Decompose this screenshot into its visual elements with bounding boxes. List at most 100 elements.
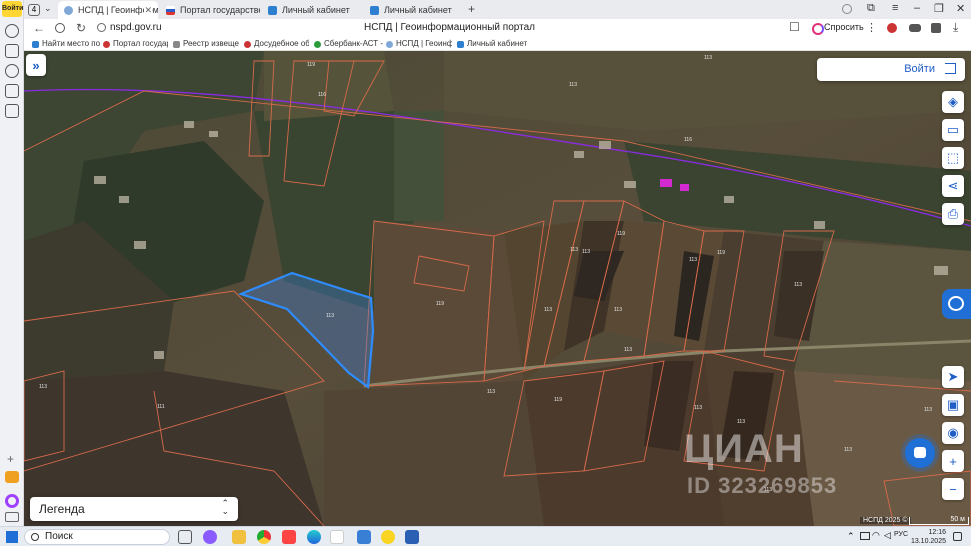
photos-icon[interactable] (357, 530, 371, 544)
word-icon[interactable] (405, 530, 419, 544)
play-icon[interactable] (5, 64, 19, 78)
sidebar-toggle-icon[interactable] (5, 512, 19, 522)
close-window-icon[interactable]: ✕ (956, 2, 965, 15)
widgets-icon[interactable] (178, 530, 192, 544)
volume-icon[interactable]: ◁ (884, 530, 891, 541)
profile-avatar[interactable]: Войти (2, 1, 23, 17)
bookmark-label: Реестр извещени (183, 39, 239, 48)
yandex-maps-icon[interactable] (381, 530, 395, 544)
zoom-in-button[interactable]: + (942, 450, 964, 472)
torgi-favicon-icon (173, 41, 180, 48)
bookmark-item[interactable]: Сбербанк-АСТ - (314, 39, 384, 48)
tab-cabinet-2[interactable]: Личный кабинет (364, 1, 464, 19)
parcel-label: 119 (436, 301, 444, 307)
taskbar-search[interactable]: Поиск (24, 529, 170, 545)
start-icon[interactable] (6, 531, 18, 543)
alice-app-icon[interactable] (203, 530, 217, 544)
tab-count-badge[interactable]: 4 (28, 4, 40, 16)
select-area-icon[interactable]: ⬚ (942, 147, 964, 169)
clock-date: 13.10.2025 (910, 538, 946, 545)
share-icon[interactable]: ⋖ (942, 175, 964, 197)
browser-sidebar: Войти + (0, 0, 24, 526)
bookmark-item[interactable]: Реестр извещени (173, 39, 239, 48)
history-icon[interactable] (5, 24, 19, 38)
site-info-icon[interactable] (97, 23, 106, 32)
edge-icon[interactable] (307, 530, 321, 544)
sber-favicon-icon (314, 41, 321, 48)
map-canvas[interactable]: 119 116 113 113 116 113 119 113 113 119 113 113 119 1… (24, 51, 971, 526)
street-view-icon[interactable]: ◉ (942, 422, 964, 444)
tab-nspd[interactable]: НСПД | Геоинформаци ✕ (58, 1, 158, 19)
language-indicator[interactable]: РУС (894, 531, 908, 538)
bookmark-icon[interactable]: ☐ (789, 20, 800, 34)
alice-icon[interactable] (5, 494, 19, 508)
minimize-icon[interactable]: – (914, 2, 920, 14)
extension-3-icon[interactable] (931, 23, 941, 33)
ruler-icon[interactable]: ▭ (942, 119, 964, 141)
zoom-in-icon: + (949, 453, 957, 469)
bookmark-item[interactable]: Найти место по к (32, 39, 102, 48)
tab-label: Личный кабинет (282, 5, 350, 15)
close-tab-icon[interactable]: ✕ (144, 1, 152, 19)
extension-1-icon[interactable] (887, 23, 897, 33)
wifi-icon[interactable]: ◠ (872, 530, 880, 541)
tab-list-chevron-icon[interactable]: ⌄ (44, 3, 52, 14)
layers-view-icon[interactable]: ▣ (942, 394, 964, 416)
extensions-icon[interactable]: ⧉ (867, 2, 875, 15)
yandex-shield-icon[interactable] (55, 23, 65, 33)
search-icon (31, 533, 39, 541)
menu-icon[interactable]: ≡ (892, 2, 898, 14)
watermark-id: ID 323269853 (687, 473, 838, 498)
chrome-icon[interactable] (257, 530, 271, 544)
profile-icon[interactable] (842, 4, 852, 14)
url-field[interactable]: nspd.gov.ru (110, 22, 162, 33)
tray-chevron-icon[interactable]: ⌃ (847, 531, 855, 542)
scale-bar: 50 м (909, 516, 969, 525)
collections-icon[interactable] (5, 44, 19, 58)
login-label: Войти (904, 63, 935, 75)
chat-button[interactable] (905, 438, 935, 468)
bookmark-item[interactable]: Портал государс (103, 39, 168, 48)
parcel-label: 113 (582, 249, 590, 255)
parcel-label: 113 (624, 347, 632, 353)
assistant-button[interactable] (942, 289, 971, 319)
clock[interactable]: 12:16 13.10.2025 (910, 528, 946, 546)
chevron-updown-icon: ⌃ ⌄ (221, 498, 229, 516)
mail-icon[interactable] (5, 471, 19, 483)
bookmark-item[interactable]: Личный кабинет (457, 39, 527, 48)
extension-2-icon[interactable] (909, 24, 921, 32)
add-panel-icon[interactable]: + (7, 452, 14, 466)
back-icon[interactable]: ← (33, 21, 45, 35)
download-icon[interactable]: ⤓ (953, 20, 958, 35)
tab-label: Портал государственны (180, 5, 260, 15)
expand-panel-button[interactable]: » (26, 54, 46, 76)
explorer-icon[interactable] (232, 530, 246, 544)
yandex-app-icon[interactable] (282, 530, 296, 544)
ask-ai-button[interactable]: Спросить (812, 22, 864, 35)
gosuslugi-favicon-icon (166, 6, 175, 15)
layers-icon[interactable]: ◈ (942, 91, 964, 113)
yandex-browser-icon[interactable] (330, 530, 344, 544)
globe-favicon-icon (64, 6, 73, 15)
new-tab-button[interactable]: + (468, 2, 475, 16)
zoom-out-button[interactable]: − (942, 478, 964, 500)
legend-dropdown[interactable]: Легенда ⌃ ⌄ (30, 497, 238, 521)
bookmark-item[interactable]: Досудебное обж (244, 39, 309, 48)
print-icon[interactable]: ⎙ (942, 203, 964, 225)
tab-gosuslugi[interactable]: Портал государственны (160, 1, 260, 19)
more-icon[interactable]: ⋮ (866, 21, 877, 34)
page-title: НСПД | Геоинформационный портал (364, 22, 535, 33)
reload-icon[interactable]: ↻ (76, 21, 86, 35)
locate-icon[interactable]: ➤ (942, 366, 964, 388)
downloads-icon[interactable] (5, 104, 19, 118)
parcel-label: 111 (157, 404, 165, 410)
taskbar: Поиск ⌃ ◠ ◁ РУС 12:16 13.10.2025 (0, 526, 971, 546)
tabs-icon[interactable] (5, 84, 19, 98)
notifications-icon[interactable] (953, 532, 962, 541)
tab-cabinet-1[interactable]: Личный кабинет (262, 1, 362, 19)
zoom-out-icon: − (949, 481, 957, 497)
network-icon[interactable] (860, 532, 870, 540)
bookmark-item[interactable]: НСПД | Геоинфор (386, 39, 452, 48)
restore-icon[interactable]: ❐ (934, 2, 944, 15)
login-button[interactable]: Войти (817, 58, 965, 81)
